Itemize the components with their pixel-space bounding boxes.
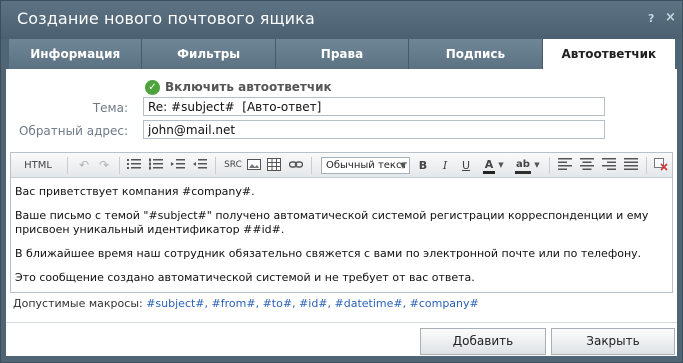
subject-input[interactable] (143, 97, 605, 116)
bold-button[interactable]: B (417, 158, 429, 173)
clear-formatting-icon[interactable] (654, 158, 668, 173)
align-center-icon[interactable] (580, 158, 594, 173)
align-left-icon[interactable] (558, 158, 572, 173)
chevron-down-icon[interactable]: ▼ (533, 158, 541, 173)
insert-link-icon[interactable] (288, 158, 304, 173)
redo-icon[interactable]: ↷ (97, 158, 111, 173)
editor-toolbar: HTML ↶ ↷ SRC Обычный текст ▼ B I U A ▼ a… (11, 153, 672, 178)
toolbar-separator (215, 157, 216, 174)
macro-link[interactable]: #subject#, (146, 297, 208, 310)
macros-label: Допустимые макросы: (13, 297, 143, 310)
underline-button[interactable]: U (460, 158, 472, 173)
insert-table-icon[interactable] (267, 158, 281, 173)
outdent-icon[interactable] (193, 158, 207, 173)
dialog-footer: Добавить Закрыть (6, 322, 677, 356)
toolbar-separator (549, 157, 550, 174)
reply-to-input[interactable] (143, 120, 605, 139)
paragraph-format-select[interactable]: Обычный текст ▼ (321, 157, 410, 174)
insert-image-icon[interactable] (247, 158, 261, 173)
tab-bar: Информация Фильтры Права Подпись Автоотв… (9, 39, 676, 69)
macro-link[interactable]: #company# (410, 297, 479, 310)
font-color-button[interactable]: A (483, 158, 495, 174)
title-bar: Создание нового почтового ящика ? × (1, 1, 682, 39)
highlight-color-button[interactable]: ab (515, 158, 531, 174)
body-paragraph: Вас приветствует компания #company#. (15, 185, 255, 198)
toolbar-separator (311, 157, 312, 174)
rich-text-editor: HTML ↶ ↷ SRC Обычный текст ▼ B I U A ▼ a… (10, 152, 673, 293)
checkmark-icon: ✓ (145, 79, 160, 95)
close-icon[interactable]: × (665, 10, 676, 25)
macro-link[interactable]: #id#, (299, 297, 331, 310)
subject-label: Тема: (92, 101, 128, 115)
tab-autoresponder[interactable]: Автоответчик (542, 39, 676, 69)
html-mode-button[interactable]: HTML (23, 158, 53, 173)
toolbar-separator (646, 157, 647, 174)
reply-to-label: Обратный адрес: (18, 124, 128, 138)
dialog-title: Создание нового почтового ящика (17, 9, 315, 28)
tab-signature[interactable]: Подпись (409, 39, 543, 69)
body-paragraph: В ближайшее время наш сотрудник обязател… (15, 247, 642, 260)
source-button[interactable]: SRC (223, 158, 243, 173)
add-button[interactable]: Добавить (420, 328, 546, 355)
enable-autoresponder-toggle[interactable]: ✓ Включить автоответчик (145, 79, 332, 95)
toolbar-separator (119, 157, 120, 174)
enable-autoresponder-label: Включить автоответчик (165, 80, 332, 94)
macro-link[interactable]: #to#, (263, 297, 296, 310)
toolbar-separator (67, 157, 68, 174)
tab-info[interactable]: Информация (9, 39, 143, 69)
macro-link[interactable]: #datetime#, (335, 297, 407, 310)
macro-link[interactable]: #from#, (212, 297, 260, 310)
editor-content[interactable]: Вас приветствует компания #company#. Ваш… (11, 179, 672, 292)
mailbox-dialog: Создание нового почтового ящика ? × Инфо… (0, 0, 683, 363)
tab-filters[interactable]: Фильтры (142, 39, 276, 69)
help-icon[interactable]: ? (648, 12, 654, 25)
numbered-list-icon[interactable] (149, 158, 163, 173)
close-button[interactable]: Закрыть (551, 328, 675, 355)
bullet-list-icon[interactable] (127, 158, 141, 173)
macros-line: Допустимые макросы: #subject#, #from#, #… (13, 297, 479, 310)
autoresponder-panel: ✓ Включить автоответчик Тема: Обратный а… (6, 69, 677, 322)
chevron-down-icon: ▼ (399, 161, 406, 170)
chevron-down-icon[interactable]: ▼ (497, 158, 505, 173)
tab-rights[interactable]: Права (275, 39, 410, 69)
body-paragraph: Ваше письмо с темой "#subject#" получено… (15, 209, 649, 236)
indent-icon[interactable] (171, 158, 185, 173)
undo-icon[interactable]: ↶ (77, 158, 91, 173)
paragraph-format-value: Обычный текст (326, 160, 408, 171)
align-justify-icon[interactable] (624, 158, 638, 173)
italic-button[interactable]: I (439, 158, 451, 173)
body-paragraph: Это сообщение создано автоматической сис… (15, 271, 475, 284)
align-right-icon[interactable] (602, 158, 616, 173)
